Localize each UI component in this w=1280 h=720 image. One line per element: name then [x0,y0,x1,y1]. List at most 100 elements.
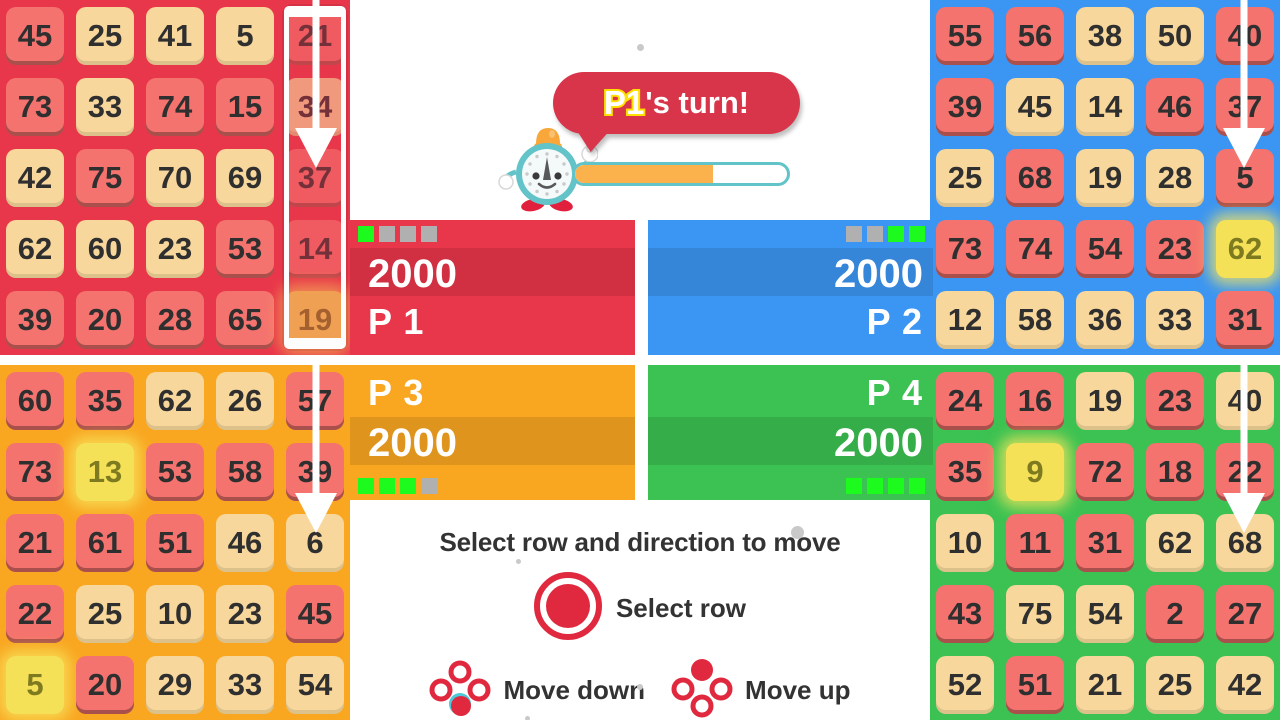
board-cell[interactable]: 15 [210,71,280,142]
number-tile[interactable]: 53 [216,219,274,278]
board-cell[interactable]: 75 [70,142,140,213]
board-cell[interactable]: 2 [1140,578,1210,649]
score-panel-p4[interactable]: 2000 P 4 [648,365,933,500]
number-tile[interactable]: 9 [1006,442,1064,501]
number-tile[interactable]: 21 [286,6,344,65]
board-cell[interactable]: 36 [1070,284,1140,355]
board-cell[interactable]: 26 [210,365,280,436]
number-tile[interactable]: 56 [1006,6,1064,65]
board-cell[interactable]: 23 [140,213,210,284]
number-tile[interactable]: 10 [146,584,204,643]
board-cell[interactable]: 62 [1210,213,1280,284]
board-p3[interactable]: 60 35 62 26 57 73 13 53 58 39 21 61 51 46 6 22 25 10 23 45 5… [0,365,350,720]
number-tile[interactable]: 69 [216,148,274,207]
board-cell[interactable]: 33 [210,649,280,720]
board-cell[interactable]: 73 [930,213,1000,284]
number-tile[interactable]: 65 [216,290,274,349]
number-tile[interactable]: 19 [286,290,344,349]
number-tile[interactable]: 29 [146,655,204,714]
number-tile[interactable]: 43 [936,584,994,643]
number-tile[interactable]: 12 [936,290,994,349]
board-cell[interactable]: 54 [1070,578,1140,649]
number-tile[interactable]: 28 [146,290,204,349]
board-cell[interactable]: 51 [1000,649,1070,720]
number-tile[interactable]: 22 [6,584,64,643]
board-cell[interactable]: 65 [210,284,280,355]
board-cell[interactable]: 23 [1140,365,1210,436]
number-tile[interactable]: 31 [1076,513,1134,572]
board-p2[interactable]: 55 56 38 50 40 39 45 14 46 37 25 68 19 28 5 73 74 54 23 62 1… [930,0,1280,355]
board-cell[interactable]: 25 [70,578,140,649]
board-cell[interactable]: 12 [930,284,1000,355]
number-tile[interactable]: 39 [286,442,344,501]
board-cell[interactable]: 54 [1070,213,1140,284]
board-cell[interactable]: 69 [210,142,280,213]
board-cell[interactable]: 24 [930,365,1000,436]
board-cell[interactable]: 35 [930,436,1000,507]
board-cell[interactable]: 46 [1140,71,1210,142]
board-cell[interactable]: 25 [1140,649,1210,720]
number-tile[interactable]: 51 [1006,655,1064,714]
board-cell[interactable]: 55 [930,0,1000,71]
number-tile[interactable]: 31 [1216,290,1274,349]
score-panel-p1[interactable]: 2000 P 1 [350,220,635,355]
board-cell[interactable]: 13 [70,436,140,507]
board-cell[interactable]: 58 [1000,284,1070,355]
number-tile[interactable]: 57 [286,371,344,430]
board-cell[interactable]: 57 [280,365,350,436]
number-tile[interactable]: 50 [1146,6,1204,65]
number-tile[interactable]: 27 [1216,584,1274,643]
board-cell[interactable]: 5 [210,0,280,71]
board-cell[interactable]: 74 [1000,213,1070,284]
number-tile[interactable]: 5 [216,6,274,65]
board-cell[interactable]: 28 [140,284,210,355]
board-cell[interactable]: 25 [930,142,1000,213]
board-cell[interactable]: 6 [280,507,350,578]
board-cell[interactable]: 10 [140,578,210,649]
board-cell[interactable]: 23 [1140,213,1210,284]
number-tile[interactable]: 51 [146,513,204,572]
number-tile[interactable]: 70 [146,148,204,207]
number-tile[interactable]: 53 [146,442,204,501]
number-tile[interactable]: 35 [76,371,134,430]
number-tile[interactable]: 39 [936,77,994,136]
number-tile[interactable]: 72 [1076,442,1134,501]
number-tile[interactable]: 33 [1146,290,1204,349]
board-cell[interactable]: 68 [1000,142,1070,213]
number-tile[interactable]: 2 [1146,584,1204,643]
number-tile[interactable]: 60 [6,371,64,430]
number-tile[interactable]: 60 [76,219,134,278]
number-tile[interactable]: 73 [936,219,994,278]
board-cell[interactable]: 19 [1070,142,1140,213]
board-cell[interactable]: 28 [1140,142,1210,213]
number-tile[interactable]: 6 [286,513,344,572]
board-cell[interactable]: 21 [1070,649,1140,720]
number-tile[interactable]: 74 [146,77,204,136]
number-tile[interactable]: 75 [76,148,134,207]
number-tile[interactable]: 38 [1076,6,1134,65]
number-tile[interactable]: 5 [6,655,64,714]
board-cell[interactable]: 60 [70,213,140,284]
board-cell[interactable]: 51 [140,507,210,578]
board-cell[interactable]: 14 [1070,71,1140,142]
number-tile[interactable]: 52 [936,655,994,714]
number-tile[interactable]: 15 [216,77,274,136]
board-cell[interactable]: 5 [0,649,70,720]
board-cell[interactable]: 9 [1000,436,1070,507]
board-cell[interactable]: 61 [70,507,140,578]
board-cell[interactable]: 50 [1140,0,1210,71]
number-tile[interactable]: 54 [1076,219,1134,278]
number-tile[interactable]: 23 [216,584,274,643]
board-cell[interactable]: 53 [210,213,280,284]
number-tile[interactable]: 62 [1216,219,1274,278]
board-cell[interactable]: 21 [0,507,70,578]
number-tile[interactable]: 40 [1216,6,1274,65]
number-tile[interactable]: 14 [1076,77,1134,136]
number-tile[interactable]: 23 [146,219,204,278]
number-tile[interactable]: 34 [286,77,344,136]
board-cell[interactable]: 35 [70,365,140,436]
board-cell[interactable]: 42 [0,142,70,213]
number-tile[interactable]: 33 [76,77,134,136]
number-tile[interactable]: 25 [76,584,134,643]
number-tile[interactable]: 41 [146,6,204,65]
